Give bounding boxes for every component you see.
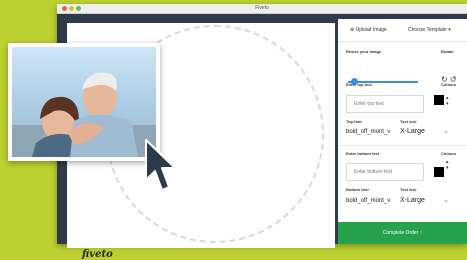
top-colours-label: Colours [441,82,457,87]
window-title: Fiveto [255,5,269,11]
bottom-font-select[interactable]: bold_off_mont_v [346,198,390,204]
chevron-down-icon[interactable]: ⌄ [443,196,449,204]
upload-image-tab[interactable]: ⊕ Upload Image [350,27,387,33]
bottom-text-label: Enter bottom text [346,151,380,156]
top-text-input[interactable] [346,95,424,113]
bottom-size-select[interactable]: X-Large [400,197,425,204]
dragged-photo[interactable] [8,43,160,161]
bottom-colours-label: Colours [441,151,457,156]
top-font-label: Top font [346,119,362,124]
choose-template-tab[interactable]: Choose Template ▾ [408,27,451,33]
bottom-colour-swatch[interactable] [434,167,444,177]
bottom-colour-stepper[interactable]: ▴ ▾ [446,159,449,171]
top-size-select[interactable]: X-Large [400,128,425,135]
chevron-down-icon[interactable]: ⌄ [443,127,449,135]
rotate-label: Rotate [441,49,454,54]
top-text-label: Enter top text [346,82,372,87]
title-bar: Fiveto [57,4,467,14]
editor-panel: ⊕ Upload Image Choose Template ▾ Resize … [338,19,467,244]
top-colour-swatch[interactable] [434,95,444,105]
top-size-label: Text size [400,119,417,124]
top-colour-stepper[interactable]: ▴ ▾ [446,95,449,107]
section-divider [338,145,467,146]
bottom-size-label: Text size [400,187,417,192]
resize-label: Resize your image [346,49,382,54]
complete-order-button[interactable]: Complete Order ↑ [338,222,467,244]
bottom-text-input[interactable] [346,163,424,181]
top-font-select[interactable]: bold_off_mont_v [346,129,390,135]
app-logo: fiveto [82,249,113,260]
bottom-font-label: Bottom font [346,187,369,192]
photo-image [12,47,156,157]
panel-tabs: ⊕ Upload Image Choose Template ▾ [338,19,467,42]
pointer-cursor-icon [145,139,176,191]
